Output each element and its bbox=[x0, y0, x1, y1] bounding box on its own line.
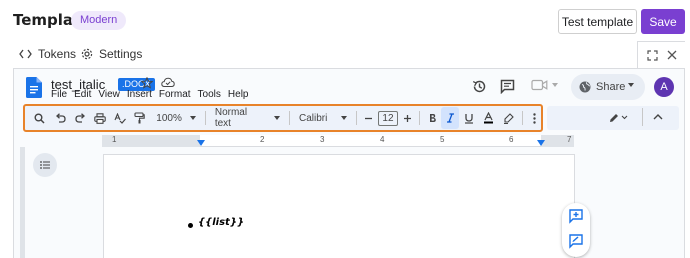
chevron-down-icon bbox=[552, 83, 558, 87]
docs-logo-icon bbox=[26, 77, 42, 98]
undo-icon[interactable] bbox=[51, 107, 71, 129]
bold-icon[interactable] bbox=[424, 107, 442, 129]
list-bullet bbox=[188, 223, 193, 228]
docs-editor-frame: test_italic .DOCX File Edit View Insert … bbox=[13, 68, 685, 258]
share-label: Share bbox=[596, 81, 626, 93]
ruler-number: 4 bbox=[380, 135, 385, 144]
toolbar-divider bbox=[204, 111, 206, 125]
meet-icon[interactable] bbox=[531, 79, 558, 91]
menu-edit[interactable]: Edit bbox=[74, 89, 91, 101]
ruler-number: 7 bbox=[567, 135, 572, 144]
search-icon[interactable] bbox=[29, 107, 51, 129]
gear-icon bbox=[81, 48, 93, 60]
indent-marker-icon[interactable] bbox=[197, 140, 205, 146]
decrease-font-size-icon[interactable] bbox=[361, 107, 375, 129]
editing-mode-icon[interactable] bbox=[609, 112, 629, 123]
fullscreen-icon[interactable] bbox=[646, 49, 658, 61]
chevron-down-icon bbox=[189, 116, 196, 120]
paint-format-icon[interactable] bbox=[130, 107, 150, 129]
suggest-edits-icon[interactable] bbox=[568, 233, 584, 249]
avatar[interactable]: A bbox=[654, 77, 674, 97]
redo-icon[interactable] bbox=[70, 107, 90, 129]
code-icon bbox=[19, 49, 32, 59]
globe-icon bbox=[579, 81, 591, 93]
toolbar-extension bbox=[547, 106, 679, 130]
close-icon[interactable] bbox=[667, 50, 677, 60]
chevron-up-icon[interactable] bbox=[653, 113, 663, 120]
menu-insert[interactable]: Insert bbox=[127, 89, 152, 101]
more-options-icon[interactable] bbox=[527, 107, 541, 129]
font-size-value: 12 bbox=[377, 110, 398, 126]
font-family-value: Calibri bbox=[299, 112, 328, 124]
toolbar-divider bbox=[642, 108, 643, 126]
template-type-badge: Modern bbox=[71, 11, 127, 30]
paragraph-style-value: Normal text bbox=[214, 107, 248, 129]
increase-font-size-icon[interactable] bbox=[401, 107, 415, 129]
ruler-number: 2 bbox=[260, 135, 265, 144]
docs-menu-bar: File Edit View Insert Format Tools Help bbox=[51, 89, 248, 101]
ruler-number: 1 bbox=[112, 135, 117, 144]
underline-icon[interactable] bbox=[459, 107, 479, 129]
star-icon[interactable] bbox=[141, 77, 153, 89]
add-comment-icon[interactable] bbox=[568, 208, 584, 224]
menu-file[interactable]: File bbox=[51, 89, 67, 101]
preview-controls bbox=[637, 41, 685, 68]
comment-icon[interactable] bbox=[500, 79, 515, 94]
zoom-select[interactable]: 100% bbox=[151, 107, 201, 129]
ruler-number: 6 bbox=[509, 135, 514, 144]
ruler-number: 5 bbox=[440, 135, 445, 144]
toolbar-divider bbox=[356, 111, 358, 125]
font-family-select[interactable]: Calibri bbox=[294, 107, 352, 129]
cloud-status-icon[interactable] bbox=[161, 77, 175, 88]
tab-tokens-label: Tokens bbox=[38, 47, 77, 61]
version-history-icon[interactable] bbox=[472, 79, 487, 94]
italic-icon[interactable] bbox=[441, 107, 460, 129]
highlight-color-icon[interactable] bbox=[498, 107, 518, 129]
document-page[interactable] bbox=[103, 154, 575, 258]
print-icon[interactable] bbox=[90, 107, 110, 129]
menu-view[interactable]: View bbox=[98, 89, 120, 101]
paragraph-style-select[interactable]: Normal text bbox=[210, 107, 285, 129]
chevron-down-icon bbox=[341, 116, 348, 120]
font-size-input[interactable]: 12 bbox=[375, 107, 401, 129]
share-button[interactable]: Share bbox=[571, 74, 645, 100]
ruler-left-margin bbox=[102, 135, 200, 147]
share-dropdown-icon[interactable] bbox=[628, 83, 634, 87]
right-indent-marker-icon[interactable] bbox=[537, 140, 545, 146]
ruler-number: 3 bbox=[320, 135, 325, 144]
text-color-icon[interactable] bbox=[479, 107, 499, 129]
formatting-toolbar: 100% Normal text Calibri 12 bbox=[23, 104, 543, 132]
menu-format[interactable]: Format bbox=[159, 89, 191, 101]
toolbar-divider bbox=[289, 111, 291, 125]
document-outline-button[interactable] bbox=[33, 153, 57, 177]
spellcheck-icon[interactable] bbox=[110, 107, 130, 129]
toolbar-divider bbox=[522, 111, 524, 125]
tab-tokens[interactable]: Tokens bbox=[19, 46, 76, 62]
save-button[interactable]: Save bbox=[641, 9, 685, 34]
zoom-value: 100% bbox=[156, 112, 182, 124]
chevron-down-icon bbox=[274, 116, 281, 120]
tab-settings-label: Settings bbox=[99, 47, 143, 61]
toolbar-divider bbox=[418, 111, 420, 125]
test-template-button[interactable]: Test template bbox=[558, 9, 637, 34]
menu-help[interactable]: Help bbox=[228, 89, 249, 101]
tab-settings[interactable]: Settings bbox=[81, 46, 142, 62]
vertical-ruler[interactable] bbox=[20, 147, 25, 258]
menu-tools[interactable]: Tools bbox=[198, 89, 221, 101]
list-placeholder-text[interactable]: {{list}} bbox=[198, 217, 244, 228]
